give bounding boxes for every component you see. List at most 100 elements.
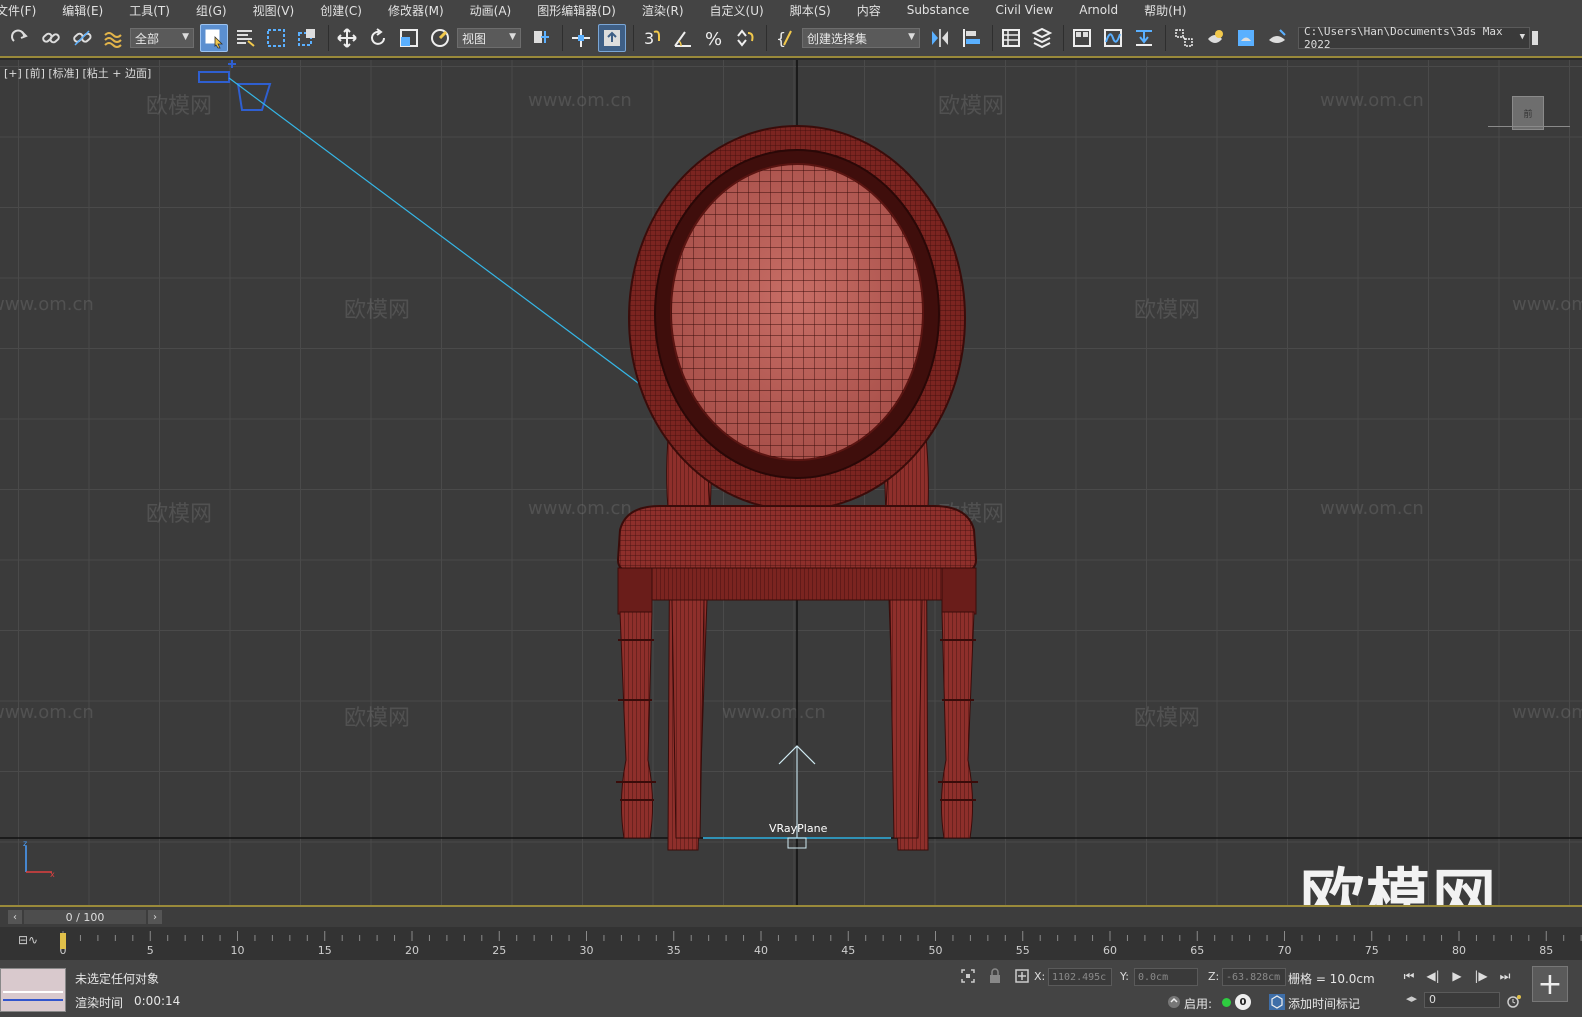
add-time-tag[interactable]: 添加时间标记 <box>1288 995 1360 1012</box>
go-to-end-icon[interactable]: ⏭ <box>1496 969 1514 984</box>
ruler-tick-label: 25 <box>492 944 506 957</box>
link-icon[interactable] <box>37 24 65 52</box>
menu-item[interactable]: 修改器(M) <box>375 2 457 19</box>
previous-frame-button[interactable]: ‹ <box>8 910 22 924</box>
next-frame-button[interactable]: › <box>148 910 162 924</box>
named-selection-value: 创建选择集 <box>807 31 868 46</box>
viewcube[interactable]: 前 <box>1512 96 1544 130</box>
menu-item[interactable]: 动画(A) <box>457 2 525 19</box>
toolbar-separator <box>633 25 634 51</box>
front-viewport[interactable]: [+] [前] [标准] [粘土 + 边面] 欧模网 www.om.cn 欧模网… <box>0 60 1582 905</box>
menu-item[interactable]: 视图(V) <box>240 2 308 19</box>
viewport-navigation-plus-button[interactable]: + <box>1532 966 1568 1002</box>
edit-named-selection-icon[interactable]: { <box>771 24 799 52</box>
z-coordinate-field[interactable]: -63.828cm <box>1222 968 1286 986</box>
x-coordinate-field[interactable]: 1102.495c <box>1048 968 1112 986</box>
named-selection-dropdown[interactable]: 创建选择集 ▼ <box>802 28 920 48</box>
scale-icon[interactable] <box>395 24 423 52</box>
selection-status: 未选定任何对象 <box>75 972 160 986</box>
align-icon[interactable] <box>957 24 985 52</box>
current-frame-marker[interactable] <box>60 933 66 949</box>
svg-text:z: z <box>23 839 27 848</box>
menu-item[interactable]: 帮助(H) <box>1131 2 1199 19</box>
adaptive-degradation-icon[interactable] <box>1166 994 1182 1010</box>
time-config-icon[interactable] <box>1506 993 1522 1009</box>
toggle-ribbon-icon[interactable] <box>1068 24 1096 52</box>
toolbar-separator <box>328 25 329 51</box>
time-tag-icon[interactable] <box>1268 993 1286 1011</box>
reference-coord-dropdown[interactable]: 视图 ▼ <box>457 28 521 48</box>
maxscript-mini-listener[interactable] <box>0 968 66 1012</box>
project-path-value: C:\Users\Han\Documents\3ds Max 2022 <box>1304 25 1503 51</box>
rect-selection-region-icon[interactable] <box>262 24 290 52</box>
previous-key-icon[interactable]: ◀| <box>1424 969 1442 983</box>
menu-item[interactable]: 自定义(U) <box>697 2 777 19</box>
layer-explorer-icon[interactable] <box>1028 24 1056 52</box>
mini-curve-editor-icon[interactable]: ⊟∿ <box>18 933 38 947</box>
render-production-icon[interactable] <box>1263 24 1291 52</box>
play-icon[interactable]: ▶ <box>1448 969 1466 983</box>
rendered-frame-window-icon[interactable] <box>1232 24 1260 52</box>
next-key-icon[interactable]: |▶ <box>1472 969 1490 983</box>
snap-label: 3 <box>644 29 654 48</box>
select-by-name-icon[interactable] <box>231 24 259 52</box>
curve-editor-icon[interactable] <box>1099 24 1127 52</box>
unlink-icon[interactable] <box>68 24 96 52</box>
render-setup-icon[interactable] <box>1201 24 1229 52</box>
vrayplane-label[interactable]: VRayPlane <box>769 822 827 835</box>
angle-snap-icon[interactable] <box>669 24 697 52</box>
track-bar[interactable]: ⊟∿ 0 5 10 15 20 25 30 35 40 45 50 55 60 65 70 75 80 85 <box>0 927 1582 960</box>
material-editor-icon[interactable] <box>1170 24 1198 52</box>
menu-item[interactable]: 脚本(S) <box>777 2 844 19</box>
menu-item[interactable]: 内容 <box>844 2 894 19</box>
ruler-tick-label: 70 <box>1278 944 1292 957</box>
menu-item[interactable]: Civil View <box>982 3 1066 17</box>
spinner-snap-icon[interactable] <box>731 24 759 52</box>
toolbar-separator <box>766 25 767 51</box>
project-path-field[interactable]: C:\Users\Han\Documents\3ds Max 2022 ▼ <box>1298 25 1530 51</box>
time-slider-thumb[interactable]: 0 / 100 <box>24 910 146 924</box>
place-icon[interactable] <box>426 24 454 52</box>
menu-item[interactable]: 组(G) <box>183 2 240 19</box>
selection-lock-icon[interactable] <box>988 968 1002 984</box>
pivot-center-icon[interactable] <box>527 24 555 52</box>
menu-item[interactable]: Substance <box>894 3 983 17</box>
viewcube-ring[interactable] <box>1488 126 1570 132</box>
window-crossing-icon[interactable] <box>293 24 321 52</box>
key-mode-icon[interactable]: ◂▸ <box>1406 992 1417 1005</box>
mirror-icon[interactable] <box>926 24 954 52</box>
menu-item[interactable]: 创建(C) <box>307 2 375 19</box>
menu-item[interactable]: Arnold <box>1066 3 1131 17</box>
enable-label: 启用: <box>1184 997 1213 1011</box>
select-manipulate-icon[interactable] <box>567 24 595 52</box>
time-slider[interactable]: ‹ 0 / 100 › <box>0 905 1582 927</box>
rotate-icon[interactable] <box>364 24 392 52</box>
frame-badge[interactable]: 0 <box>1235 994 1251 1010</box>
keyboard-shortcut-toggle-icon[interactable] <box>598 24 626 52</box>
snaps-toggle-icon[interactable]: 3 <box>638 24 666 52</box>
y-coordinate-field[interactable]: 0.0cm <box>1134 968 1198 986</box>
z-label: Z: <box>1208 970 1220 983</box>
toolbar-overflow-icon[interactable] <box>1530 24 1540 52</box>
schematic-view-icon[interactable] <box>1130 24 1158 52</box>
move-icon[interactable] <box>333 24 361 52</box>
current-frame-field[interactable]: 0 <box>1424 992 1500 1008</box>
frame-ruler[interactable]: 0 5 10 15 20 25 30 35 40 45 50 55 60 65 70 75 80 85 <box>60 927 1582 960</box>
selection-filter-dropdown[interactable]: 全部 ▼ <box>130 28 194 48</box>
scene-explorer-icon[interactable] <box>997 24 1025 52</box>
go-to-start-icon[interactable]: ⏮ <box>1400 969 1418 984</box>
light-icon[interactable] <box>198 60 272 111</box>
enable-status-dot[interactable] <box>1222 998 1231 1007</box>
percent-snap-icon[interactable]: % <box>700 24 728 52</box>
select-object-icon[interactable] <box>200 24 228 52</box>
absolute-mode-icon[interactable] <box>1014 968 1030 984</box>
bind-spacewarp-icon[interactable] <box>99 24 127 52</box>
menu-item[interactable]: 工具(T) <box>116 2 183 19</box>
menu-item[interactable]: 编辑(E) <box>49 2 116 19</box>
menu-item[interactable]: 图形编辑器(D) <box>524 2 629 19</box>
isolate-selection-icon[interactable] <box>960 968 976 984</box>
redo-icon[interactable] <box>6 24 34 52</box>
menu-item[interactable]: 文件(F) <box>0 2 49 19</box>
y-label: Y: <box>1120 970 1129 983</box>
menu-item[interactable]: 渲染(R) <box>629 2 697 19</box>
